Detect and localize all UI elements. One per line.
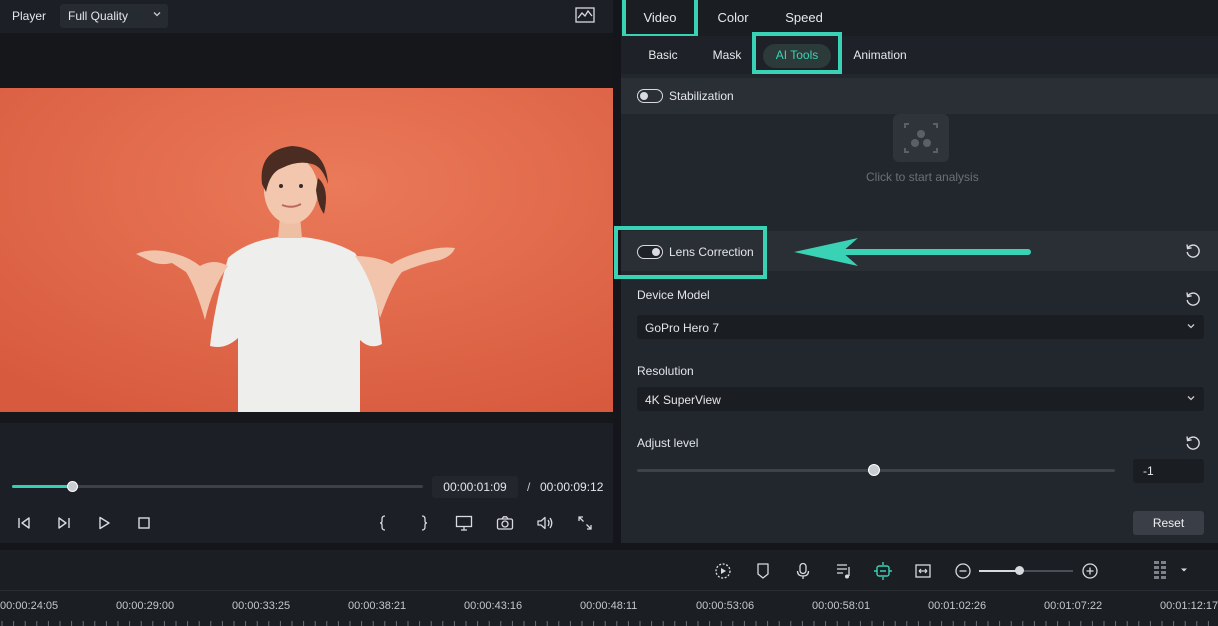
waveform-scope-icon[interactable]: [575, 7, 595, 23]
chevron-down-icon: [1186, 393, 1196, 403]
play-icon[interactable]: [93, 512, 115, 534]
device-model-dropdown[interactable]: GoPro Hero 7: [637, 315, 1204, 339]
microphone-icon[interactable]: [795, 562, 811, 580]
track-layout-icon[interactable]: [1152, 559, 1170, 583]
subtab-basic[interactable]: Basic: [640, 36, 686, 74]
zoom-slider-handle[interactable]: [1015, 566, 1024, 575]
zoom-slider-fill: [979, 570, 1019, 572]
arrow-pointer-icon: [792, 235, 1032, 269]
mark-in-icon[interactable]: [372, 512, 394, 534]
stabilization-label: Stabilization: [669, 89, 734, 103]
tab-color[interactable]: Color: [700, 0, 766, 36]
ruler-tick-label: 00:00:48:11: [580, 600, 638, 612]
adjust-level-slider-handle[interactable]: [868, 464, 880, 476]
total-time: 00:00:09:12: [540, 480, 604, 494]
ruler-tick-label: 00:01:02:26: [928, 600, 987, 612]
tab-video[interactable]: Video: [625, 0, 695, 36]
video-frame-person-image: [0, 88, 613, 412]
toggle-knob: [640, 92, 648, 100]
chevron-down-icon: [1186, 321, 1196, 331]
ruler-ticks: [1, 621, 1209, 626]
reset-device-model-icon[interactable]: [1184, 290, 1202, 308]
previous-frame-icon[interactable]: [13, 512, 35, 534]
ruler-tick-label: 00:00:58:01: [812, 600, 871, 612]
render-preview-icon[interactable]: [714, 562, 732, 580]
reset-button[interactable]: Reset: [1133, 511, 1204, 535]
marker-icon[interactable]: [755, 562, 771, 580]
subtab-ai-tools[interactable]: AI Tools: [763, 36, 831, 74]
analysis-placeholder[interactable]: [893, 114, 949, 162]
subtab-mask[interactable]: Mask: [706, 36, 748, 74]
tab-speed[interactable]: Speed: [772, 0, 836, 36]
ruler-tick-label: 00:01:12:17: [1160, 600, 1218, 612]
lens-correction-toggle[interactable]: [637, 245, 663, 259]
ruler-tick-label: 00:00:33:25: [232, 600, 291, 612]
device-model-label: Device Model: [637, 288, 710, 302]
video-preview: [0, 88, 613, 412]
ai-magnet-icon[interactable]: [873, 561, 893, 581]
ruler-tick-label: 00:00:24:05: [0, 600, 59, 612]
subtab-animation[interactable]: Animation: [846, 36, 914, 74]
resolution-label: Resolution: [637, 364, 694, 378]
lens-correction-label: Lens Correction: [669, 245, 754, 259]
player-label: Player: [12, 9, 47, 23]
adjust-level-input[interactable]: -1: [1133, 459, 1204, 483]
fit-timeline-icon[interactable]: [914, 562, 932, 580]
resolution-value: 4K SuperView: [645, 393, 721, 407]
ruler-tick-label: 00:01:07:22: [1044, 600, 1103, 612]
quality-value: Full Quality: [68, 9, 129, 23]
toggle-knob: [652, 248, 660, 256]
playback-progress-handle[interactable]: [67, 481, 78, 492]
stabilization-toggle[interactable]: [637, 89, 663, 103]
ruler-tick-label: 00:00:53:06: [696, 600, 755, 612]
reset-adjust-level-icon[interactable]: [1184, 434, 1202, 452]
time-separator: /: [527, 480, 531, 494]
ruler-tick-label: 00:00:29:00: [116, 600, 175, 612]
reset-lens-correction-icon[interactable]: [1184, 242, 1202, 260]
ruler-tick-label: 00:00:43:16: [464, 600, 523, 612]
stop-icon[interactable]: [133, 512, 155, 534]
caret-down-icon[interactable]: [1180, 566, 1188, 574]
music-list-icon[interactable]: [835, 562, 853, 580]
quality-dropdown[interactable]: Full Quality: [60, 4, 168, 28]
zoom-out-icon[interactable]: [954, 562, 972, 580]
fullscreen-icon[interactable]: [574, 512, 596, 534]
adjust-level-label: Adjust level: [637, 436, 699, 450]
ruler-tick-label: 00:00:38:21: [348, 600, 407, 612]
display-monitor-icon[interactable]: [453, 512, 475, 534]
chevron-down-icon: [152, 9, 162, 19]
zoom-in-icon[interactable]: [1081, 562, 1099, 580]
snapshot-camera-icon[interactable]: [494, 512, 516, 534]
mark-out-icon[interactable]: [413, 512, 435, 534]
resolution-dropdown[interactable]: 4K SuperView: [637, 387, 1204, 411]
stabilize-analysis-icon: [904, 123, 938, 153]
device-model-value: GoPro Hero 7: [645, 321, 720, 335]
playback-progress-fill: [12, 485, 73, 488]
volume-icon[interactable]: [534, 512, 556, 534]
next-frame-icon[interactable]: [53, 512, 75, 534]
analysis-hint: Click to start analysis: [866, 170, 979, 184]
current-time[interactable]: 00:00:01:09: [432, 476, 518, 498]
